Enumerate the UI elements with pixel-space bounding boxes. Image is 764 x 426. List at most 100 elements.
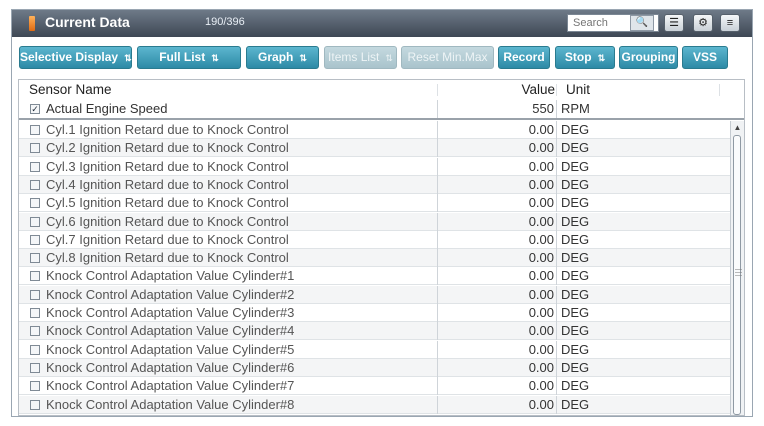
cell-divider [556,249,557,268]
column-header-sensor-name[interactable]: Sensor Name [29,82,112,97]
sensor-unit: DEG [561,176,590,192]
row-checkbox[interactable] [30,234,40,245]
reset-min-max-button[interactable]: Reset Min.Max [401,46,494,69]
sensor-name: Knock Control Adaptation Value Cylinder#… [46,286,295,302]
vss-button[interactable]: VSS [682,46,728,69]
row-checkbox[interactable] [30,253,40,264]
table-row[interactable]: Knock Control Adaptation Value Cylinder#… [19,358,730,377]
row-checkbox[interactable] [30,125,40,135]
column-header-unit[interactable]: Unit [566,82,590,97]
scrollbar-thumb[interactable]: — — — [733,135,742,415]
table-row[interactable]: Knock Control Adaptation Value Cylinder#… [19,395,730,414]
table-row[interactable]: Knock Control Adaptation Value Cylinder#… [19,322,730,341]
table-row[interactable]: Cyl.5 Ignition Retard due to Knock Contr… [19,194,730,213]
table-row[interactable]: Knock Control Adaptation Value Cylinder#… [19,304,730,322]
row-checkbox[interactable] [30,198,40,209]
selective-display-button[interactable]: Selective Display ⇅ [19,46,132,69]
row-checkbox[interactable]: ✓ [30,104,40,114]
row-checkbox[interactable] [30,326,40,337]
graph-button[interactable]: Graph ⇅ [246,46,319,69]
sensor-value: 0.00 [528,305,554,320]
reset-min-max-label: Reset Min.Max [407,50,488,64]
row-checkbox[interactable] [30,216,40,227]
row-checkbox[interactable] [30,161,40,172]
items-list-button[interactable]: Items List ⇅ [324,46,397,69]
cell-divider [556,395,557,414]
row-checkbox[interactable] [30,344,40,355]
stop-button[interactable]: Stop ⇅ [555,46,615,69]
row-checkbox[interactable] [30,143,40,154]
table-row[interactable]: Cyl.8 Ignition Retard due to Knock Contr… [19,249,730,268]
table-row[interactable]: Cyl.4 Ignition Retard due to Knock Contr… [19,175,730,194]
table-row[interactable]: Cyl.6 Ignition Retard due to Knock Contr… [19,212,730,231]
search-icon[interactable]: 🔍 [630,15,654,31]
items-list-label: Items List [328,50,380,64]
sensor-value: 0.00 [528,195,554,211]
menu-icon[interactable]: ≡ [720,14,740,32]
column-divider[interactable] [719,84,720,96]
row-checkbox[interactable] [30,362,40,373]
cell-divider [437,175,438,194]
row-checkbox[interactable] [30,308,40,318]
cell-divider [437,212,438,231]
sensor-unit: DEG [561,286,590,302]
row-checkbox[interactable] [30,271,40,282]
settings-icon[interactable]: ⚙ [693,14,713,32]
sensor-name: Knock Control Adaptation Value Cylinder#… [46,378,295,394]
table-row[interactable]: Cyl.1 Ignition Retard due to Knock Contr… [19,121,730,139]
column-divider[interactable] [437,84,438,96]
cell-divider [556,230,557,249]
sensor-name: Knock Control Adaptation Value Cylinder#… [46,396,295,412]
record-button[interactable]: Record [498,46,550,69]
grouping-button[interactable]: Grouping [619,46,678,69]
cell-divider [556,304,557,322]
table-row[interactable]: Cyl.2 Ignition Retard due to Knock Contr… [19,139,730,158]
cell-divider [437,340,438,359]
table-row[interactable]: Knock Control Adaptation Value Cylinder#… [19,340,730,359]
scroll-up-icon[interactable]: ▲ [732,123,743,133]
sensor-unit: RPM [561,101,590,116]
row-checkbox[interactable] [30,289,40,300]
cell-divider [556,358,557,377]
cell-divider [437,395,438,414]
row-checkbox[interactable] [30,381,40,392]
cell-divider [556,212,557,231]
stop-label: Stop [564,50,592,64]
sensor-name: Knock Control Adaptation Value Cylinder#… [46,305,295,320]
row-checkbox[interactable] [30,399,40,410]
sensor-unit: DEG [561,396,590,412]
sensor-value: 0.00 [528,378,554,394]
vertical-scrollbar[interactable]: ▲ — — — [730,121,744,415]
cell-divider [437,285,438,304]
table-row[interactable]: Knock Control Adaptation Value Cylinder#… [19,267,730,286]
sensor-value: 0.00 [528,158,554,174]
sensor-name: Knock Control Adaptation Value Cylinder#… [46,341,295,357]
title-bar: Current Data 190/396 🔍 ☰ ⚙ ≡ [12,10,752,37]
list-icon[interactable]: ☰ [664,14,684,32]
table-row[interactable]: Knock Control Adaptation Value Cylinder#… [19,377,730,396]
dropdown-arrow-icon: ⇅ [211,53,219,63]
sensor-value: 0.00 [528,323,554,339]
pinned-row[interactable]: ✓ Actual Engine Speed 550 RPM [19,100,744,120]
table-row[interactable]: Cyl.3 Ignition Retard due to Knock Contr… [19,157,730,176]
cell-divider [556,340,557,359]
sensor-value: 0.00 [528,286,554,302]
sensor-unit: DEG [561,158,590,174]
sensor-unit: DEG [561,140,590,156]
sensor-value: 0.00 [528,176,554,192]
table-row[interactable]: Cyl.7 Ignition Retard due to Knock Contr… [19,230,730,249]
cell-divider [437,157,438,176]
row-checkbox[interactable] [30,179,40,190]
column-header-value[interactable]: Value [459,82,555,97]
cell-divider [556,267,557,286]
table-row[interactable]: Knock Control Adaptation Value Cylinder#… [19,285,730,304]
cell-divider [556,175,557,194]
grouping-label: Grouping [621,50,676,64]
dropdown-arrow-icon: ⇅ [597,53,606,63]
sensor-list: Cyl.1 Ignition Retard due to Knock Contr… [19,121,730,415]
vss-label: VSS [692,50,717,64]
column-divider[interactable] [556,84,557,96]
sensor-name: Cyl.5 Ignition Retard due to Knock Contr… [46,195,289,211]
full-list-button[interactable]: Full List ⇅ [137,46,241,69]
sensor-unit: DEG [561,195,590,211]
